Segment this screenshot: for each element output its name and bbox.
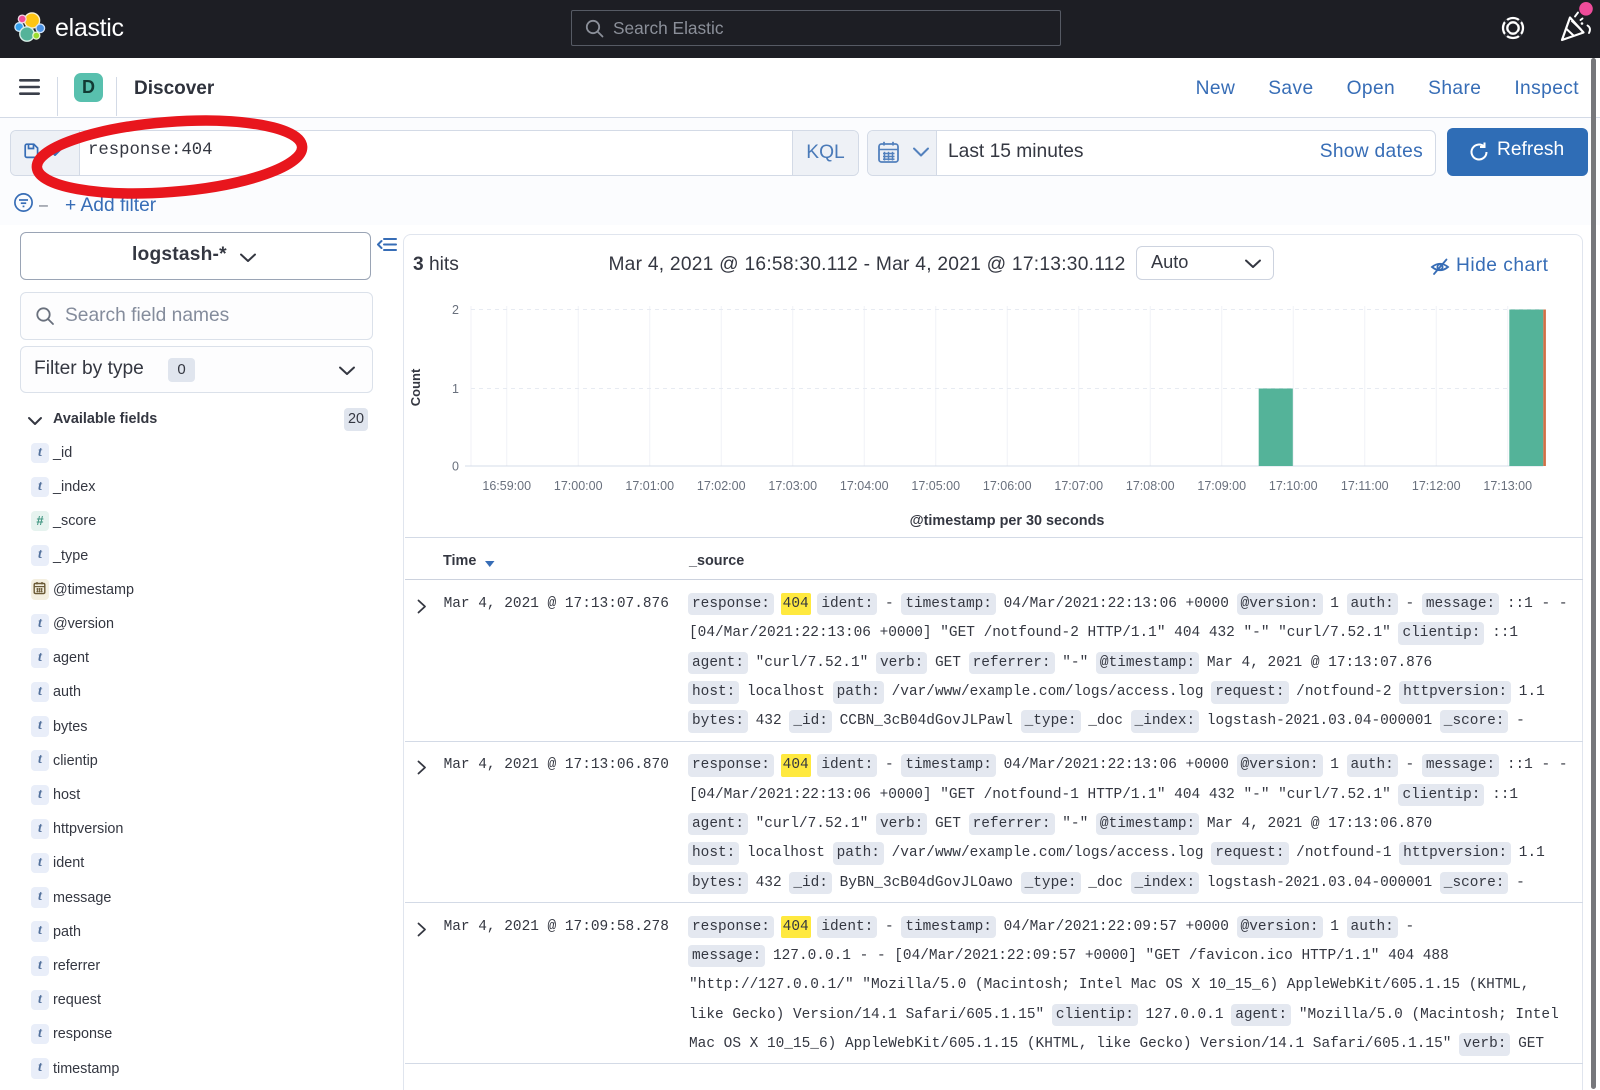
svg-text:17:12:00: 17:12:00 xyxy=(1412,479,1461,493)
svg-text:17:13:00: 17:13:00 xyxy=(1483,479,1532,493)
svg-text:0: 0 xyxy=(452,460,459,474)
svg-text:17:04:00: 17:04:00 xyxy=(840,479,889,493)
svg-text:17:01:00: 17:01:00 xyxy=(625,479,674,493)
svg-text:17:07:00: 17:07:00 xyxy=(1054,479,1103,493)
svg-text:16:59:00: 16:59:00 xyxy=(482,479,531,493)
svg-text:Count: Count xyxy=(408,368,423,406)
svg-text:17:02:00: 17:02:00 xyxy=(697,479,746,493)
svg-text:17:05:00: 17:05:00 xyxy=(911,479,960,493)
svg-text:2: 2 xyxy=(452,303,459,317)
svg-text:@timestamp per 30 seconds: @timestamp per 30 seconds xyxy=(910,513,1105,529)
svg-text:17:11:00: 17:11:00 xyxy=(1341,479,1389,493)
svg-text:17:10:00: 17:10:00 xyxy=(1269,479,1318,493)
svg-text:17:00:00: 17:00:00 xyxy=(554,479,603,493)
svg-text:1: 1 xyxy=(452,382,459,396)
svg-text:17:06:00: 17:06:00 xyxy=(983,479,1032,493)
svg-text:17:03:00: 17:03:00 xyxy=(768,479,817,493)
svg-text:17:09:00: 17:09:00 xyxy=(1197,479,1246,493)
svg-text:17:08:00: 17:08:00 xyxy=(1126,479,1175,493)
